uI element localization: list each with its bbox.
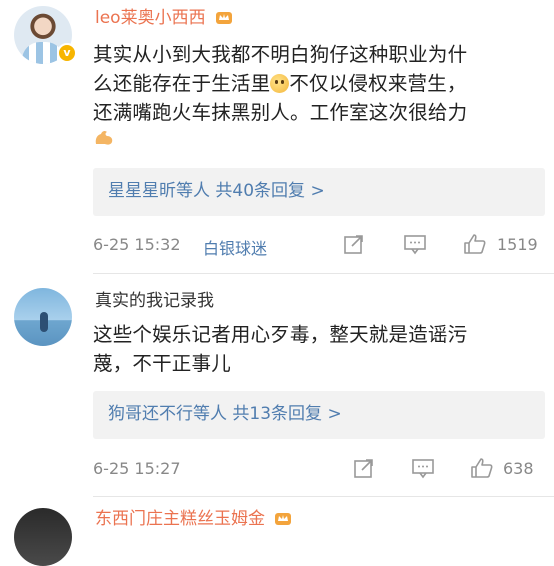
- comment-icon[interactable]: [403, 233, 427, 255]
- replies-link[interactable]: 狗哥还不行等人 共13条回复 >: [108, 403, 342, 425]
- verified-badge-icon: v: [57, 43, 77, 63]
- avatar-image: [40, 312, 48, 332]
- comment-line: 其实从小到大我都不明白狗仔这种职业为什: [93, 43, 468, 66]
- replies-link[interactable]: 星星星昕等人 共40条回复 >: [108, 180, 325, 202]
- divider: [93, 496, 554, 497]
- comment-icon[interactable]: [411, 457, 435, 479]
- divider: [93, 273, 554, 274]
- username[interactable]: 真实的我记录我: [95, 290, 214, 312]
- comment-meta: 6-25 15:27 638: [93, 457, 545, 481]
- replies-box[interactable]: 星星星昕等人 共40条回复 >: [93, 168, 545, 216]
- timestamp: 6-25 15:32: [93, 235, 181, 254]
- like-count: 638: [503, 459, 534, 478]
- comment-line: 这些个娱乐记者用心歹毒，整天就是造谣污: [93, 323, 468, 346]
- like-count: 1519: [497, 235, 538, 254]
- strong-arm-emoji-icon: [95, 130, 113, 145]
- comment-text: 这些个娱乐记者用心歹毒，整天就是造谣污 蔑，不干正事儿: [93, 320, 543, 378]
- comment-meta: 6-25 15:32 白银球迷 1519: [93, 233, 545, 259]
- comment-text: 其实从小到大我都不明白狗仔这种职业为什 么还能存在于生活里 不仅以侵权来营生， 还…: [93, 40, 543, 147]
- username-text: 真实的我记录我: [95, 291, 214, 311]
- share-icon[interactable]: [353, 457, 375, 479]
- username-text: 东西门庄主糕丝玉姆金: [95, 509, 265, 529]
- username[interactable]: 东西门庄主糕丝玉姆金: [95, 508, 292, 530]
- replies-box[interactable]: 狗哥还不行等人 共13条回复 >: [93, 391, 545, 439]
- share-icon[interactable]: [343, 233, 365, 255]
- timestamp: 6-25 15:27: [93, 459, 181, 478]
- username-text: leo莱奥小西西: [95, 8, 206, 28]
- like-icon[interactable]: [470, 457, 494, 479]
- avatar[interactable]: [14, 288, 72, 346]
- comment-line: 还满嘴跑火车抹黑别人。工作室这次很给力: [93, 101, 468, 124]
- username[interactable]: leo莱奥小西西: [95, 7, 233, 29]
- like-icon[interactable]: [463, 233, 487, 255]
- crown-icon: [275, 513, 292, 525]
- source-tag[interactable]: 白银球迷: [203, 235, 267, 259]
- comment-line: 么还能存在于生活里 不仅以侵权来营生，: [93, 72, 467, 95]
- crown-icon: [216, 12, 232, 24]
- thinking-emoji-icon: [270, 74, 290, 93]
- comment-line: 蔑，不干正事儿: [93, 352, 231, 375]
